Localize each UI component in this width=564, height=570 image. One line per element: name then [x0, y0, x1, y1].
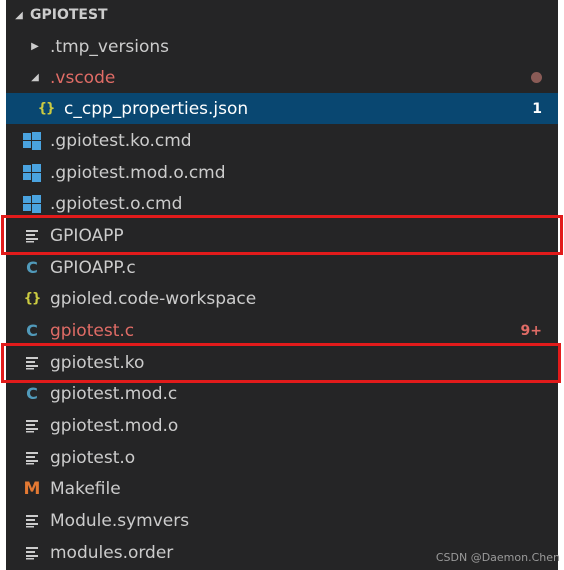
tree-item-gpiotest-ko[interactable]: gpiotest.ko — [6, 347, 558, 378]
tree-item-makefile[interactable]: M Makefile — [6, 473, 558, 504]
tree-item-gpiotest-o[interactable]: gpiotest.o — [6, 442, 558, 473]
problem-count-badge: 1 — [532, 100, 542, 117]
makefile-icon: M — [23, 478, 41, 499]
tree-item-c-cpp-properties[interactable]: {} c_cpp_properties.json 1 — [6, 93, 558, 124]
json-braces-icon: {} — [23, 291, 42, 306]
text-file-icon — [22, 226, 42, 246]
tree-item-module-symvers[interactable]: Module.symvers — [6, 505, 558, 536]
tree-item-gpiotest-mod-o[interactable]: gpiotest.mod.o — [6, 410, 558, 441]
c-file-icon: C — [26, 321, 38, 340]
tree-item-gpiotest-mod-o-cmd[interactable]: .gpiotest.mod.o.cmd — [6, 157, 558, 188]
text-file-icon — [22, 511, 42, 531]
windows-cmd-icon — [22, 163, 42, 183]
json-braces-icon: {} — [37, 101, 56, 116]
c-file-icon: C — [26, 384, 38, 403]
windows-cmd-icon — [22, 131, 42, 151]
c-file-icon: C — [26, 258, 38, 277]
tree-item-gpiotest-ko-cmd[interactable]: .gpiotest.ko.cmd — [6, 125, 558, 156]
text-file-icon — [22, 448, 42, 468]
chevron-right-icon[interactable]: ▶ — [28, 41, 42, 52]
file-explorer-panel: ◢ GPIOTEST ▶ .tmp_versions ◢ .vscode {} … — [6, 0, 558, 570]
tree-item-vscode[interactable]: ◢ .vscode — [6, 62, 558, 93]
chevron-down-icon[interactable]: ◢ — [28, 72, 42, 83]
tree-item-gpiotest-mod-c[interactable]: C gpiotest.mod.c — [6, 378, 558, 409]
explorer-folder-header[interactable]: ◢ GPIOTEST — [6, 0, 558, 30]
modified-dot-icon — [531, 72, 542, 83]
tree-item-gpioapp[interactable]: GPIOAPP — [6, 220, 558, 251]
tree-item-tmp-versions[interactable]: ▶ .tmp_versions — [6, 31, 558, 62]
text-file-icon — [22, 353, 42, 373]
tree-item-gpioapp-c[interactable]: C GPIOAPP.c — [6, 252, 558, 283]
text-file-icon — [22, 543, 42, 563]
problem-count-badge: 9+ — [520, 322, 542, 339]
tree-item-gpioled-workspace[interactable]: {} gpioled.code-workspace — [6, 283, 558, 314]
folder-name: GPIOTEST — [30, 7, 108, 23]
tree-item-gpiotest-o-cmd[interactable]: .gpiotest.o.cmd — [6, 188, 558, 219]
watermark-text: CSDN @Daemon.Chen — [435, 551, 560, 564]
windows-cmd-icon — [22, 194, 42, 214]
text-file-icon — [22, 416, 42, 436]
tree-item-gpiotest-c[interactable]: C gpiotest.c 9+ — [6, 315, 558, 346]
folder-expanded-icon: ◢ — [15, 9, 23, 21]
